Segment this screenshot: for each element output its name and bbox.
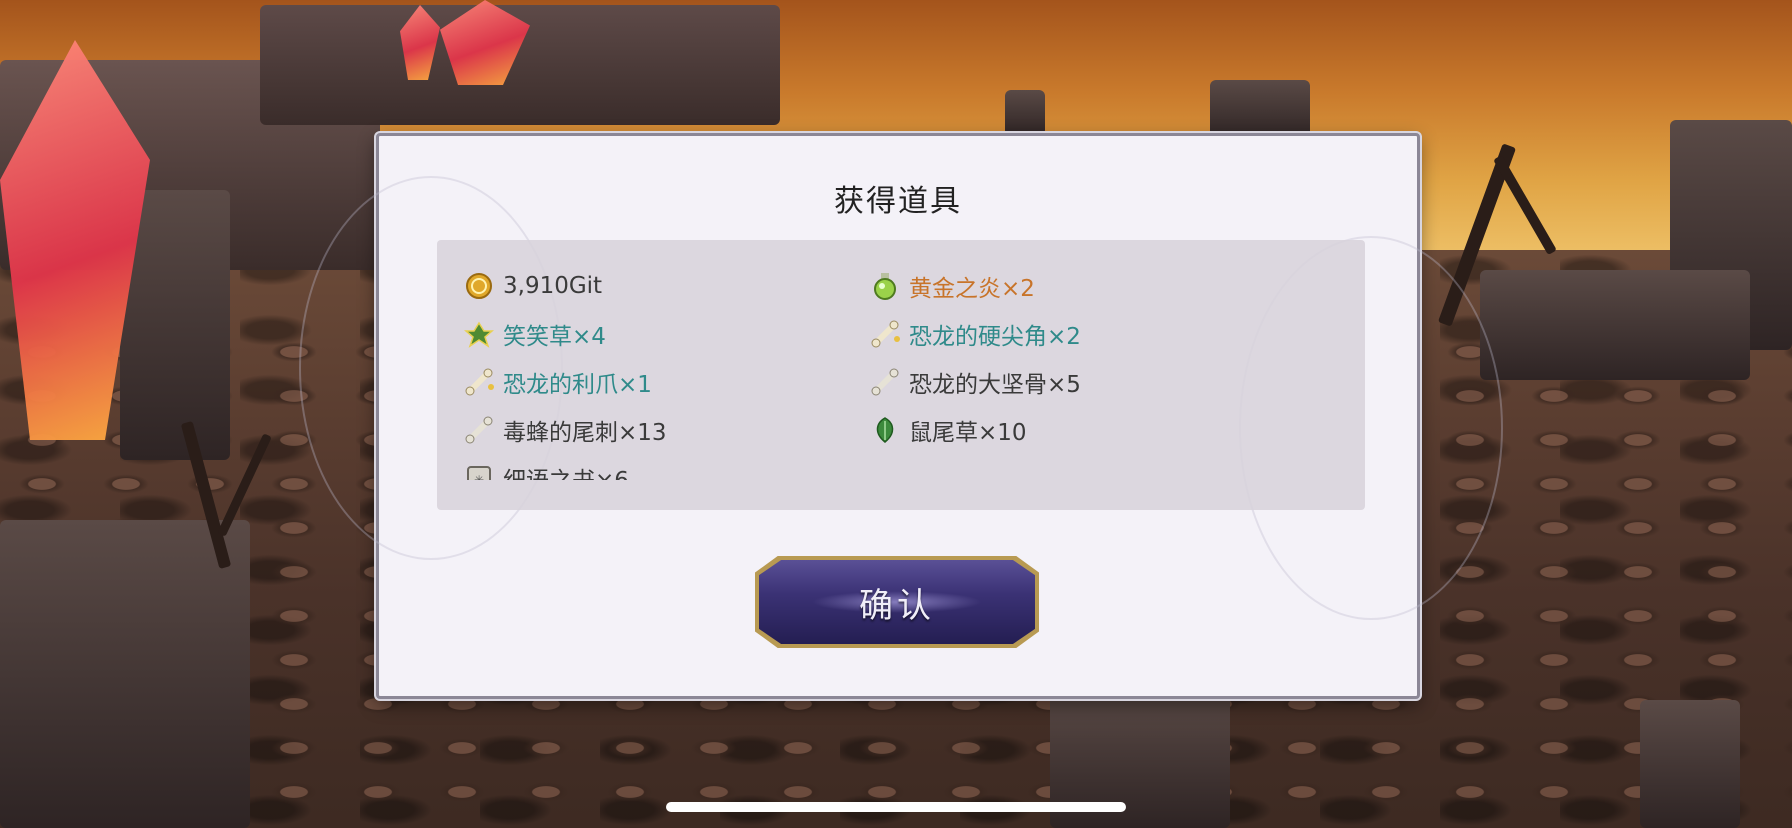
bone-icon (869, 318, 901, 350)
svg-text:✳: ✳ (474, 473, 484, 480)
item-label: 鼠尾草×10 (909, 420, 1027, 446)
list-item: 鼠尾草×10 (869, 410, 1027, 450)
list-item: ✳ 细语之书×6 (463, 458, 629, 480)
list-item: 毒蜂的尾刺×13 (463, 410, 667, 450)
list-item: 笑笑草×4 (463, 314, 606, 354)
herb-icon (463, 318, 495, 350)
dialog-title: 获得道具 (834, 184, 962, 219)
rock-pillar (1005, 90, 1045, 136)
bone-icon (463, 366, 495, 398)
home-indicator[interactable] (666, 802, 1126, 812)
leaf-icon (869, 414, 901, 446)
confirm-button-label: 确认 (859, 585, 935, 626)
rock-pillar (0, 520, 250, 828)
item-label: 笑笑草×4 (503, 324, 606, 350)
item-label: 恐龙的大坚骨×5 (909, 372, 1081, 398)
item-label: 恐龙的利爪×1 (503, 372, 652, 398)
gold-coin-icon (463, 270, 495, 302)
green-potion-icon (869, 270, 901, 302)
item-label: 3,910Git (503, 273, 603, 299)
list-item: 3,910Git (463, 266, 602, 306)
bone-icon (463, 414, 495, 446)
item-list-panel[interactable]: 3,910Git 黄金之炎×2 笑笑草×4 恐龙的硬尖角×2 恐龙的利爪×1 恐… (437, 240, 1365, 510)
book-icon: ✳ (463, 462, 495, 480)
bone-icon (869, 366, 901, 398)
list-item: 黄金之炎×2 (869, 266, 1035, 306)
list-item: 恐龙的硬尖角×2 (869, 314, 1081, 354)
list-item: 恐龙的利爪×1 (463, 362, 652, 402)
confirm-button[interactable]: 确认 (755, 556, 1039, 648)
item-label: 细语之书×6 (503, 461, 629, 480)
list-item: 恐龙的大坚骨×5 (869, 362, 1081, 402)
rock-pillar (1640, 700, 1740, 828)
item-label: 恐龙的硬尖角×2 (909, 324, 1081, 350)
item-reward-dialog: 获得道具 3,910Git 黄金之炎×2 笑笑草×4 恐龙的硬尖角×2 恐龙的利… (299, 133, 1503, 699)
rock-pile (1480, 270, 1750, 380)
item-label: 毒蜂的尾刺×13 (503, 420, 667, 446)
item-list: 3,910Git 黄金之炎×2 笑笑草×4 恐龙的硬尖角×2 恐龙的利爪×1 恐… (437, 266, 1317, 480)
rock-pillar (1210, 80, 1310, 140)
item-label: 黄金之炎×2 (909, 276, 1035, 302)
